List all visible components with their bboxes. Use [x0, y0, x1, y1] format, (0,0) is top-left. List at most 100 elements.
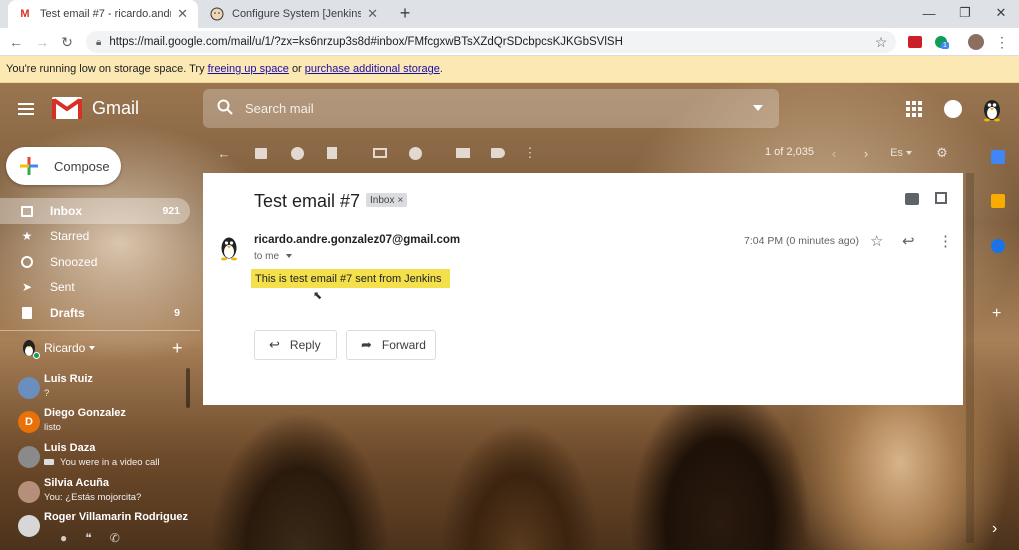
sidebar-item-drafts[interactable]: Drafts 9 [0, 300, 190, 326]
new-conversation-plus-icon[interactable]: + [172, 339, 183, 357]
extension-badge: 1 [941, 42, 949, 49]
more-actions-icon[interactable]: ⋮ [938, 232, 953, 250]
close-window-icon[interactable]: ✕ [986, 3, 1016, 23]
address-bar[interactable]: 🔒︎ https://mail.google.com/mail/u/1/?zx=… [86, 31, 896, 53]
chevron-down-icon [89, 346, 96, 350]
main-menu-icon[interactable] [18, 99, 38, 119]
search-icon[interactable] [217, 99, 233, 118]
browser-menu-icon[interactable]: ⋮ [992, 32, 1012, 52]
report-spam-icon[interactable] [289, 145, 305, 161]
keep-icon[interactable] [991, 194, 1005, 208]
avatar [18, 446, 40, 468]
main-scrollbar[interactable] [966, 173, 974, 543]
star-icon[interactable]: ☆ [870, 232, 883, 250]
contact-list-item[interactable]: Silvia Acuña You: ¿Estás mojorcita? [18, 477, 188, 511]
close-tab-icon[interactable]: ✕ [177, 6, 188, 22]
print-icon[interactable] [905, 193, 919, 205]
snooze-clock-icon[interactable] [407, 145, 423, 161]
forward-button[interactable]: ➦ Forward [346, 330, 436, 360]
purchase-storage-link[interactable]: purchase additional storage [305, 63, 440, 75]
back-arrow-icon[interactable]: ← [6, 32, 26, 52]
calendar-icon[interactable] [991, 150, 1005, 164]
tab-gmail[interactable]: M Test email #7 - ricardo.andre.gon ✕ [8, 0, 198, 28]
delete-trash-icon[interactable] [324, 145, 340, 161]
more-options-icon[interactable]: ⋮ [522, 145, 538, 161]
move-to-icon[interactable] [455, 145, 471, 161]
sidebar-item-label: Drafts [50, 306, 85, 320]
google-apps-icon[interactable] [906, 101, 922, 117]
gmail-wordmark: Gmail [92, 97, 140, 118]
sender-email[interactable]: ricardo.andre.gonzalez07@gmail.com [254, 234, 460, 246]
get-addons-plus-icon[interactable]: + [992, 305, 1001, 323]
email-timestamp: 7:04 PM (0 minutes ago) [744, 235, 859, 247]
compose-button[interactable]: Compose [6, 147, 121, 185]
settings-gear-icon[interactable]: ⚙ [934, 145, 950, 161]
forward-arrow-icon[interactable]: → [32, 32, 52, 52]
expand-side-panel-chevron-icon[interactable]: › [992, 520, 997, 538]
newer-chevron-icon[interactable]: ‹ [826, 145, 842, 161]
restore-window-icon[interactable]: ❐ [950, 3, 980, 23]
browser-tab-strip: M Test email #7 - ricardo.andre.gon ✕ Co… [0, 0, 1019, 28]
banner-text: You're running low on storage space. Try [6, 63, 205, 75]
search-bar[interactable]: Search mail [203, 89, 779, 128]
gmail-logo[interactable]: Gmail [52, 97, 139, 119]
lock-icon: 🔒︎ [96, 36, 102, 48]
tab-jenkins[interactable]: Configure System [Jenkins] ✕ [200, 0, 388, 28]
input-tools-selector[interactable]: Es [887, 145, 915, 161]
side-panel: + [985, 135, 1013, 385]
sidebar-item-inbox[interactable]: Inbox 921 [0, 198, 190, 224]
recipient-details[interactable]: to me [254, 251, 292, 262]
contact-name: Luis Daza [44, 442, 96, 454]
language-label: Es [890, 147, 903, 159]
avatar: D [18, 411, 40, 433]
person-icon[interactable]: ● [60, 531, 67, 547]
lastpass-extension-icon[interactable] [905, 32, 925, 52]
profile-avatar[interactable] [966, 32, 986, 52]
banner-text: . [439, 63, 443, 75]
tasks-icon[interactable] [991, 239, 1005, 253]
sidebar-item-snoozed[interactable]: Snoozed [0, 249, 190, 275]
close-tab-icon[interactable]: ✕ [367, 6, 378, 22]
avatar [18, 377, 40, 399]
label-icon[interactable] [490, 145, 506, 161]
sidebar-item-sent[interactable]: ➤ Sent [0, 274, 190, 300]
reply-button[interactable]: ↩ Reply [254, 330, 337, 360]
label-text: Inbox [370, 194, 395, 206]
freeing-up-space-link[interactable]: freeing up space [208, 63, 289, 75]
video-call-icon [44, 459, 54, 465]
search-options-dropdown-icon[interactable] [753, 105, 763, 111]
new-tab-button[interactable]: + [390, 3, 420, 23]
contact-list-item[interactable]: Luis Ruiz ? [18, 373, 188, 407]
notifications-icon[interactable] [944, 100, 962, 118]
hangouts-extension-icon[interactable]: 1 [931, 32, 951, 52]
contact-name: Silvia Acuña [44, 477, 110, 489]
sender-avatar [217, 235, 241, 264]
draft-icon [20, 306, 34, 320]
hangouts-chat-icon[interactable]: ❝ [85, 531, 91, 547]
banner-text: or [291, 63, 302, 75]
bookmark-star-icon[interactable]: ☆ [871, 32, 891, 52]
minimize-window-icon[interactable]: — [914, 3, 944, 23]
older-chevron-icon[interactable]: › [858, 145, 874, 161]
remove-label-icon[interactable]: × [397, 195, 403, 206]
compose-plus-icon [20, 157, 38, 175]
contact-list-item[interactable]: Luis Daza You were in a video call [18, 442, 188, 476]
open-in-new-window-icon[interactable] [935, 192, 947, 204]
contact-status: listo [44, 422, 61, 433]
search-input[interactable]: Search mail [245, 101, 314, 116]
archive-icon[interactable] [253, 145, 269, 161]
reply-label: Reply [289, 338, 321, 352]
account-avatar[interactable] [979, 96, 1005, 122]
contact-list-item[interactable]: D Diego Gonzalez listo [18, 407, 188, 441]
inbox-label-chip[interactable]: Inbox × [366, 193, 408, 207]
mark-unread-icon[interactable] [372, 145, 388, 161]
hangouts-user-selector[interactable]: Ricardo [20, 338, 96, 359]
mouse-cursor-icon: ⬉ [313, 290, 323, 302]
phone-icon[interactable]: ✆ [110, 531, 120, 547]
reload-icon[interactable]: ↻ [57, 32, 77, 52]
contacts-scrollbar[interactable] [186, 368, 190, 408]
contact-name: Luis Ruiz [44, 373, 93, 385]
back-to-inbox-arrow-icon[interactable]: ← [216, 145, 232, 161]
reply-arrow-icon[interactable]: ↩ [902, 232, 915, 250]
sidebar-item-starred[interactable]: ★ Starred [0, 223, 190, 249]
